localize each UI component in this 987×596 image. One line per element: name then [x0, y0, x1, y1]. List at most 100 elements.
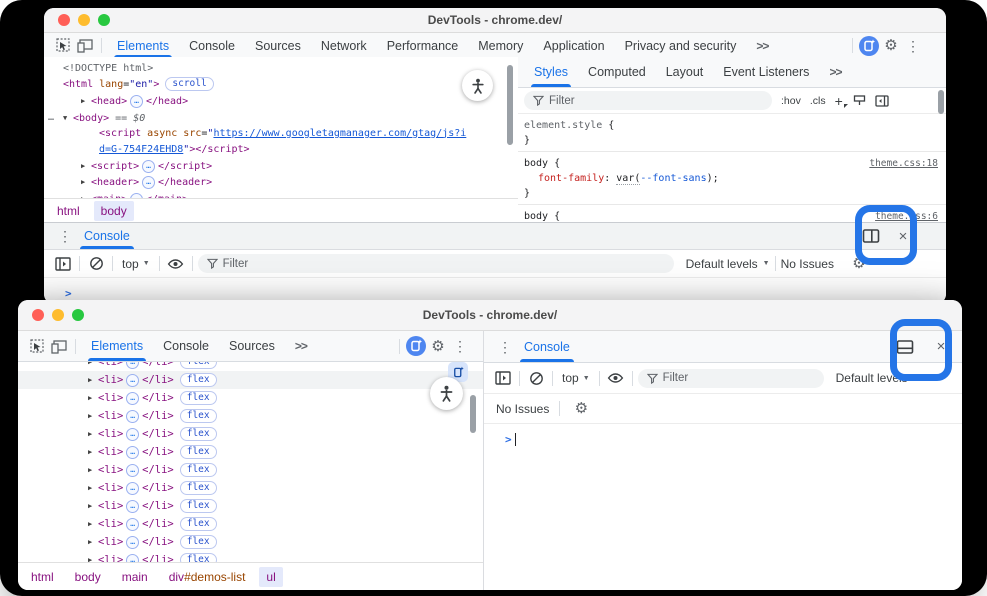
dock-side-icon[interactable]	[860, 225, 882, 247]
ellipsis-pill[interactable]: …	[126, 410, 139, 423]
computed-sidebar-toggle-icon[interactable]	[871, 90, 893, 112]
tree-node[interactable]: ▶<main>…</main>	[44, 191, 518, 199]
ellipsis-pill[interactable]: …	[142, 160, 155, 173]
device-toolbar-icon[interactable]	[48, 335, 70, 357]
accessibility-icon[interactable]	[430, 377, 463, 410]
tab-sources[interactable]: Sources	[245, 33, 311, 58]
ellipsis-pill[interactable]: …	[126, 374, 139, 387]
expand-arrow-icon[interactable]: ▶	[81, 93, 91, 109]
more-tabs-chevron-icon[interactable]: >>	[746, 33, 778, 58]
node-overflow-icon[interactable]: …	[48, 110, 55, 126]
tree-node-li[interactable]: ▶<li>…</li>flex	[18, 515, 483, 533]
tab-layout[interactable]: Layout	[656, 57, 714, 87]
tree-node-li[interactable]: ▶<li>…</li>flex	[18, 497, 483, 515]
ellipsis-pill[interactable]: …	[126, 392, 139, 405]
tab-console[interactable]: Console	[179, 33, 245, 58]
stylesheet-link[interactable]: theme.css:6	[875, 209, 938, 222]
clear-console-icon[interactable]	[525, 367, 547, 389]
tree-node-li[interactable]: ▶<li>…</li>flex	[18, 389, 483, 407]
tab-network[interactable]: Network	[311, 33, 377, 58]
tree-node[interactable]: <script async src="https://www.googletag…	[44, 126, 518, 142]
tree-node[interactable]: …▼<body> == $0	[44, 110, 518, 126]
tab-performance[interactable]: Performance	[377, 33, 469, 58]
class-toggle[interactable]: .cls	[810, 95, 826, 107]
css-rule[interactable]: body {theme.css:6	[518, 205, 946, 222]
new-style-rule-button[interactable]: +	[835, 96, 843, 106]
tree-node-li[interactable]: ▶<li>…</li>flex	[18, 362, 483, 371]
drawer-tab-console[interactable]: Console	[76, 223, 138, 249]
tree-node-li[interactable]: ▶<li>…</li>flex	[18, 479, 483, 497]
flex-adorner[interactable]: flex	[180, 481, 217, 495]
device-toolbar-icon[interactable]	[74, 35, 96, 57]
tree-node[interactable]: <!DOCTYPE html>	[44, 61, 518, 77]
tab-console[interactable]: Console	[153, 331, 219, 361]
dock-bottom-icon[interactable]	[894, 336, 916, 358]
stylesheet-link[interactable]: theme.css:18	[869, 156, 938, 171]
tab-sources[interactable]: Sources	[219, 331, 285, 361]
flex-adorner[interactable]: flex	[180, 517, 217, 531]
flex-adorner[interactable]: flex	[180, 427, 217, 441]
default-levels-dropdown[interactable]: Default levels▼	[836, 371, 920, 385]
tab-elements[interactable]: Elements	[81, 331, 153, 361]
expand-arrow-icon[interactable]: ▶	[81, 174, 91, 190]
tree-node[interactable]: d=G-754F24EHD8"></script>	[44, 142, 518, 158]
live-expression-eye-icon[interactable]	[165, 253, 187, 275]
tab-privacy-and-security[interactable]: Privacy and security	[615, 33, 747, 58]
expand-arrow-icon[interactable]: ▶	[81, 158, 91, 174]
scroll-badge[interactable]: scroll	[165, 77, 213, 91]
issues-counter[interactable]: No Issues	[496, 402, 549, 416]
ellipsis-pill[interactable]: …	[126, 362, 139, 369]
flex-adorner[interactable]: flex	[180, 409, 217, 423]
ellipsis-pill[interactable]: …	[130, 95, 143, 108]
breadcrumb-body[interactable]: body	[68, 567, 108, 587]
tree-node-li[interactable]: ▶<li>…</li>flex	[18, 443, 483, 461]
console-context-selector[interactable]: top▼	[558, 371, 594, 385]
tab-application[interactable]: Application	[533, 33, 614, 58]
breadcrumb-html[interactable]: html	[50, 201, 87, 221]
settings-gear-icon[interactable]: ⚙	[427, 335, 449, 357]
console-filter-input[interactable]: Filter	[198, 254, 674, 273]
more-tabs-chevron-icon[interactable]: >>	[819, 57, 851, 87]
expand-arrow-icon[interactable]: ▶	[88, 497, 98, 515]
rendering-emulation-icon[interactable]	[849, 90, 871, 112]
tab-computed[interactable]: Computed	[578, 57, 656, 87]
ellipsis-pill[interactable]: …	[126, 482, 139, 495]
panel-tab-console[interactable]: Console	[516, 331, 578, 362]
tree-node-li[interactable]: ▶<li>…</li>flex	[18, 371, 483, 389]
console-prompt[interactable]: >	[44, 278, 946, 300]
expand-arrow-icon[interactable]: ▶	[88, 461, 98, 479]
breadcrumb-ul[interactable]: ul	[259, 567, 282, 587]
expand-arrow-icon[interactable]: ▼	[63, 110, 73, 126]
ellipsis-pill[interactable]: …	[126, 446, 139, 459]
elements-scrollbar[interactable]	[470, 395, 476, 433]
ellipsis-pill[interactable]: …	[126, 500, 139, 513]
tab-memory[interactable]: Memory	[468, 33, 533, 58]
console-context-selector[interactable]: top▼	[118, 257, 154, 271]
expand-arrow-icon[interactable]: ▶	[88, 479, 98, 497]
pseudo-state-toggle[interactable]: :hov	[781, 95, 801, 107]
expand-arrow-icon[interactable]: ▶	[88, 533, 98, 551]
flex-adorner[interactable]: flex	[180, 373, 217, 387]
clear-console-icon[interactable]	[85, 253, 107, 275]
settings-gear-icon[interactable]: ⚙	[880, 35, 902, 57]
ellipsis-pill[interactable]: …	[126, 518, 139, 531]
console-settings-gear-icon[interactable]: ⚙	[848, 253, 870, 275]
live-expression-eye-icon[interactable]	[605, 367, 627, 389]
expand-arrow-icon[interactable]: ▶	[88, 389, 98, 407]
ellipsis-pill[interactable]: …	[126, 464, 139, 477]
elements-scrollbar[interactable]	[507, 65, 513, 145]
expand-arrow-icon[interactable]: ▶	[88, 515, 98, 533]
flex-adorner[interactable]: flex	[180, 391, 217, 405]
tab-styles[interactable]: Styles	[524, 57, 578, 87]
expand-arrow-icon[interactable]: ▶	[88, 425, 98, 443]
styles-scrollbar[interactable]	[938, 90, 944, 114]
flex-adorner[interactable]: flex	[180, 499, 217, 513]
tree-node[interactable]: ▶<head>…</head>	[44, 93, 518, 109]
flex-adorner[interactable]: flex	[180, 535, 217, 549]
flex-adorner[interactable]: flex	[180, 362, 217, 369]
css-rule[interactable]: element.style {}	[518, 114, 946, 152]
breadcrumb-body[interactable]: body	[94, 201, 134, 221]
breadcrumb-html[interactable]: html	[24, 567, 61, 587]
console-settings-gear-icon[interactable]: ⚙	[570, 398, 592, 420]
flex-adorner[interactable]: flex	[180, 463, 217, 477]
